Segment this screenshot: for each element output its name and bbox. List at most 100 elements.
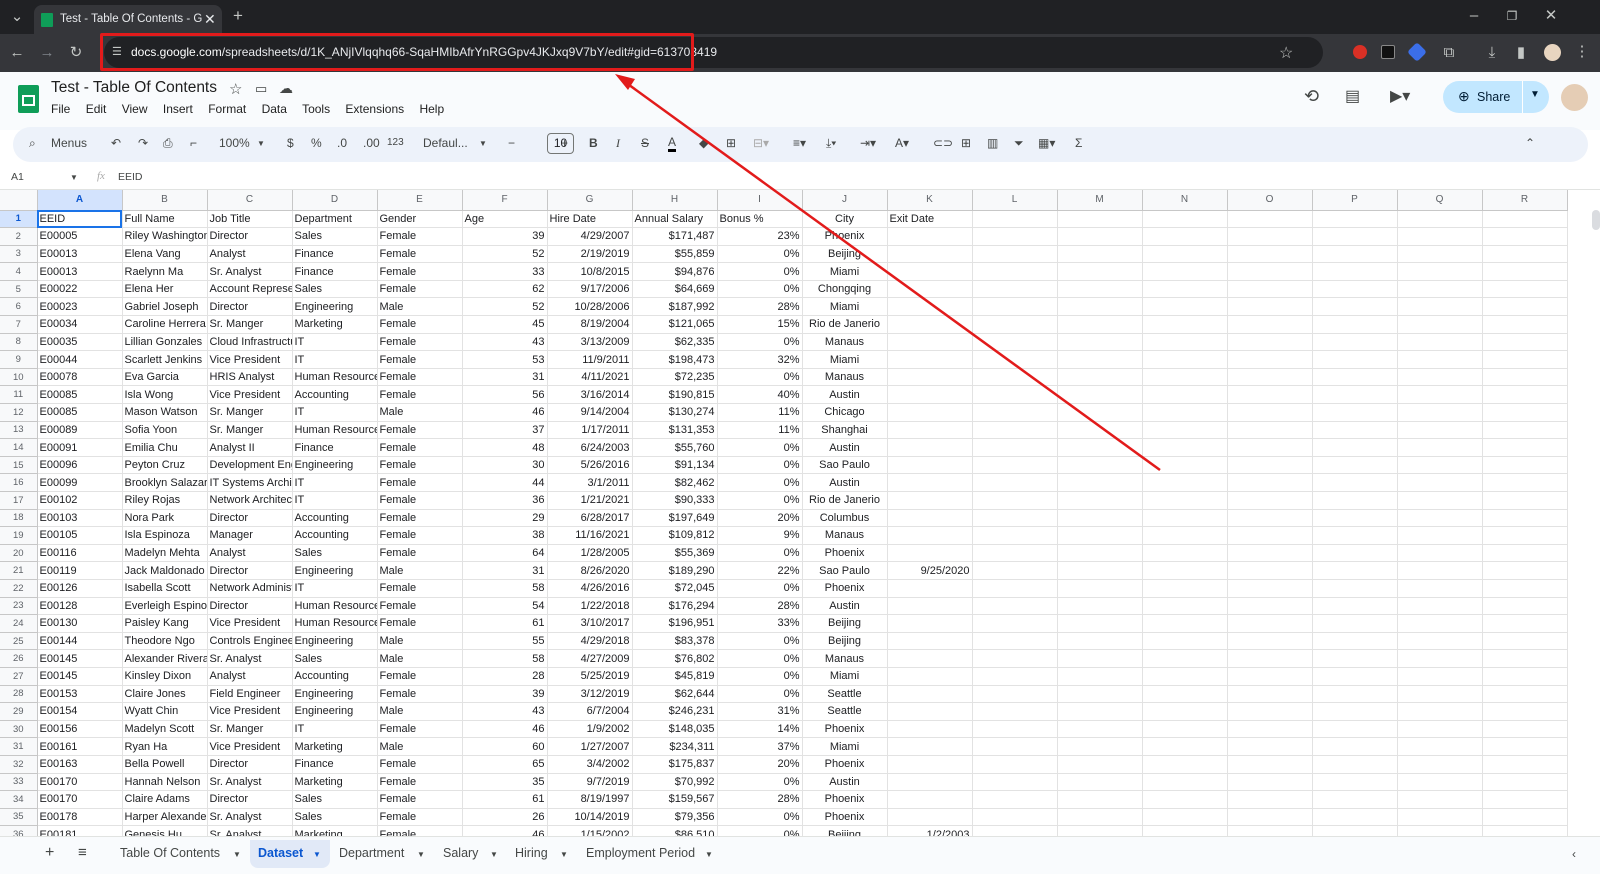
cell[interactable]	[887, 614, 973, 633]
cell[interactable]	[1482, 790, 1568, 809]
row-number[interactable]: 9	[0, 350, 38, 369]
insert-chart-icon[interactable]: ▥	[987, 136, 998, 150]
cell[interactable]: Beijing	[802, 825, 888, 836]
cell[interactable]	[1482, 491, 1568, 510]
column-header[interactable]: B	[122, 190, 208, 211]
cell[interactable]	[1057, 297, 1143, 317]
cell[interactable]: Sales	[292, 280, 378, 299]
cell[interactable]: 20%	[717, 755, 803, 774]
cell[interactable]: E00044	[37, 350, 123, 369]
cell[interactable]: Accounting	[292, 526, 378, 545]
cell[interactable]	[1227, 456, 1313, 475]
cell[interactable]: 0%	[717, 667, 803, 686]
cell[interactable]	[972, 333, 1058, 352]
document-title[interactable]: Test - Table Of Contents	[51, 79, 217, 97]
cell[interactable]	[1397, 597, 1483, 616]
cell[interactable]: 4/26/2016	[547, 579, 633, 598]
cell[interactable]: 61	[462, 614, 548, 633]
cell[interactable]	[1397, 667, 1483, 686]
row-number[interactable]: 11	[0, 385, 38, 405]
cell[interactable]: $82,462	[632, 473, 718, 492]
account-avatar[interactable]	[1561, 84, 1588, 111]
cell[interactable]	[1142, 368, 1228, 387]
cell[interactable]: Engineering	[292, 632, 378, 651]
sheet-tab-menu-icon[interactable]: ▼	[417, 850, 425, 859]
cell[interactable]: City	[802, 210, 888, 229]
cell[interactable]: Sofia Yoon	[122, 421, 208, 440]
menu-view[interactable]: View	[122, 102, 148, 116]
row-number[interactable]: 8	[0, 333, 38, 352]
cell[interactable]: Lillian Gonzales	[122, 333, 208, 352]
cell[interactable]: E00013	[37, 262, 123, 281]
cell[interactable]: Rio de Janerio	[802, 315, 888, 334]
cell[interactable]: Harper Alexander	[122, 808, 208, 827]
cell[interactable]: Paisley Kang	[122, 614, 208, 633]
cell[interactable]: Department	[292, 210, 378, 229]
cell[interactable]: Director	[207, 790, 293, 809]
cell[interactable]: 0%	[717, 685, 803, 704]
cell[interactable]	[887, 649, 973, 668]
cell[interactable]	[972, 737, 1058, 756]
increase-decimal-button[interactable]: .00	[363, 136, 380, 150]
cell[interactable]: 45	[462, 315, 548, 334]
cell[interactable]: 5/25/2019	[547, 667, 633, 686]
cell[interactable]	[1057, 245, 1143, 264]
cell[interactable]	[887, 297, 973, 317]
cell[interactable]: 14%	[717, 720, 803, 739]
cell[interactable]	[1312, 473, 1398, 492]
cell[interactable]	[1312, 825, 1398, 836]
cell[interactable]	[1397, 333, 1483, 352]
cell[interactable]	[1057, 473, 1143, 492]
cell[interactable]: Phoenix	[802, 227, 888, 246]
cell[interactable]	[1227, 333, 1313, 352]
cell[interactable]: Accounting	[292, 385, 378, 405]
cell[interactable]: 31	[462, 561, 548, 580]
scroll-left-icon[interactable]: ‹	[1572, 847, 1576, 861]
cell[interactable]: Eva Garcia	[122, 368, 208, 387]
cell[interactable]: 31%	[717, 702, 803, 721]
cell[interactable]: Analyst	[207, 245, 293, 264]
cell[interactable]	[1312, 280, 1398, 299]
cell[interactable]	[972, 438, 1058, 457]
cell[interactable]	[1227, 544, 1313, 563]
cell[interactable]: E00145	[37, 649, 123, 668]
cloud-status-icon[interactable]: ☁	[279, 80, 293, 97]
cell[interactable]	[1142, 456, 1228, 475]
add-sheet-icon[interactable]: +	[45, 844, 54, 862]
cell[interactable]	[1482, 685, 1568, 704]
insert-link-icon[interactable]: ⊂⊃	[933, 136, 953, 150]
cell[interactable]: 56	[462, 385, 548, 405]
cell[interactable]: 33%	[717, 614, 803, 633]
cell[interactable]: Jack Maldonado	[122, 561, 208, 580]
font-select[interactable]: Defaul...	[423, 136, 468, 150]
restore-icon[interactable]: ❐	[1503, 8, 1521, 24]
profile-avatar[interactable]	[1544, 44, 1561, 61]
cell[interactable]: IT	[292, 473, 378, 492]
zoom-select[interactable]: 100%	[219, 136, 250, 150]
cell[interactable]: Sr. Manger	[207, 403, 293, 422]
cell[interactable]	[1057, 720, 1143, 739]
column-header[interactable]: G	[547, 190, 633, 211]
cell[interactable]	[1397, 808, 1483, 827]
cell[interactable]: 0%	[717, 649, 803, 668]
row-number[interactable]: 30	[0, 720, 38, 739]
cell[interactable]: Controls Engineer	[207, 632, 293, 651]
cell[interactable]	[1312, 438, 1398, 457]
cell[interactable]: 6/24/2003	[547, 438, 633, 457]
cell[interactable]: Scarlett Jenkins	[122, 350, 208, 369]
cell[interactable]	[1142, 632, 1228, 651]
cell[interactable]	[972, 755, 1058, 774]
cell[interactable]	[1057, 773, 1143, 792]
cell[interactable]: Everleigh Espinoza	[122, 597, 208, 616]
cell[interactable]: Peyton Cruz	[122, 456, 208, 475]
cell[interactable]: Female	[377, 720, 463, 739]
cell[interactable]	[1227, 509, 1313, 528]
cell[interactable]: Accounting	[292, 509, 378, 528]
cell[interactable]: Emilia Chu	[122, 438, 208, 457]
cell[interactable]: $62,335	[632, 333, 718, 352]
cell[interactable]	[887, 755, 973, 774]
cell[interactable]	[1482, 456, 1568, 475]
cell[interactable]: 52	[462, 245, 548, 264]
row-number[interactable]: 34	[0, 790, 38, 809]
cell[interactable]	[1397, 473, 1483, 492]
